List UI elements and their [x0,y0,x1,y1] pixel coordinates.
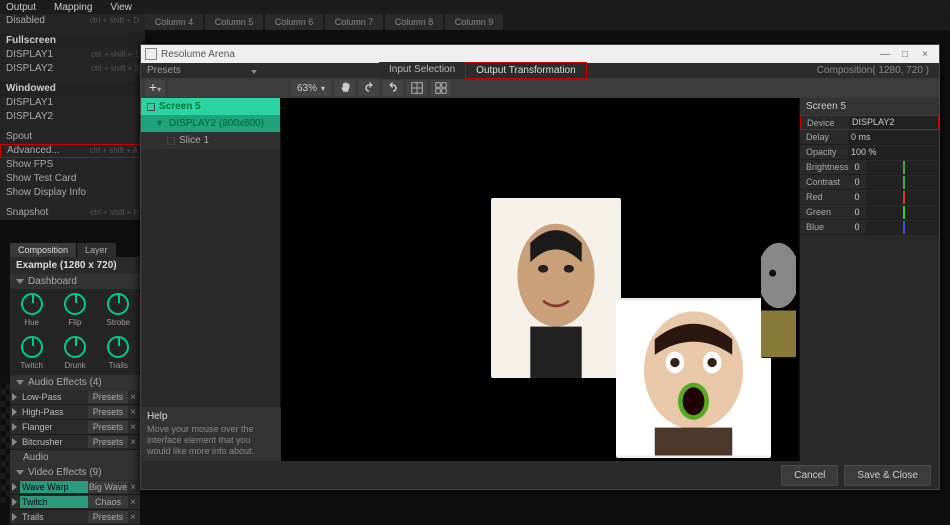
modal-footer: Cancel Save & Close [141,461,939,489]
knob-flip[interactable]: Flip [61,293,89,328]
close-icon[interactable]: × [915,49,935,60]
presets-dropdown[interactable]: Presets [141,65,261,76]
column-header[interactable]: Column 7 [325,14,383,30]
props-title: Screen 5 [800,98,939,115]
column-header[interactable]: Column 9 [445,14,503,30]
save-close-button[interactable]: Save & Close [844,465,931,486]
knob-drunk[interactable]: Drunk [61,336,89,371]
composition-info: Composition( 1280, 720 ) [807,65,939,76]
composition-panel: Composition Layer Example (1280 x 720) D… [10,243,140,525]
knob-hue[interactable]: Hue [18,293,46,328]
fx-flanger[interactable]: FlangerPresets× [10,420,140,435]
section-audio[interactable]: Audio [10,450,140,465]
output-advanced[interactable]: Advanced...ctrl + shift + A [0,144,145,158]
redo-icon[interactable] [383,80,403,96]
tree-display[interactable]: ▾DISPLAY2 (800x600) [141,115,280,132]
knob-trails[interactable]: Trails [104,336,132,371]
prop-contrast[interactable]: Contrast0 [800,175,939,190]
menubar: Output Mapping View [0,0,950,14]
tree-slice[interactable]: Slice 1 [141,132,280,149]
output-win-display1[interactable]: DISPLAY1 [0,96,145,110]
prop-opacity[interactable]: Opacity100 % [800,145,939,160]
content-image-1 [491,198,621,378]
square-icon [167,137,175,145]
fx-wave-warp[interactable]: Wave WarpBig Wave× [10,480,140,495]
cancel-button[interactable]: Cancel [781,465,838,486]
fx-high-pass[interactable]: High-PassPresets× [10,405,140,420]
output-fs-display2[interactable]: DISPLAY2ctrl + shift + 2 [0,62,145,76]
prop-blue[interactable]: Blue0 [800,220,939,235]
prop-brightness[interactable]: Brightness0 [800,160,939,175]
tab-layer[interactable]: Layer [77,243,117,257]
window-titlebar[interactable]: Resolume Arena — □ × [141,45,939,63]
help-box: Help Move your mouse over the interface … [141,407,281,461]
prop-delay[interactable]: Delay0 ms [800,130,939,145]
output-show-display-info[interactable]: Show Display Info [0,186,145,200]
knob-twitch[interactable]: Twitch [18,336,46,371]
window-title: Resolume Arena [161,49,875,60]
grid-single-icon[interactable] [407,80,427,96]
help-title: Help [147,411,275,422]
fx-low-pass[interactable]: Low-PassPresets× [10,390,140,405]
add-button[interactable]: +▾ [145,80,165,96]
fx-trails[interactable]: TrailsPresets× [10,510,140,525]
advanced-output-window: Resolume Arena — □ × Presets Input Selec… [140,44,940,490]
grid-multi-icon[interactable] [431,80,451,96]
app-icon [145,48,157,60]
help-text: Move your mouse over the interface eleme… [147,424,275,457]
square-icon [147,103,155,111]
tool-strip: +▾ 63%▾ [141,78,939,98]
content-image-2 [616,298,771,458]
menu-view[interactable]: View [110,2,132,13]
columns-strip: Column 4 Column 5 Column 6 Column 7 Colu… [145,14,950,30]
menu-mapping[interactable]: Mapping [54,2,92,13]
output-show-fps[interactable]: Show FPS [0,158,145,172]
screens-tree: Screen 5 ▾DISPLAY2 (800x600) Slice 1 Hel… [141,98,281,461]
output-spout[interactable]: Spout [0,130,145,144]
output-canvas[interactable] [281,98,799,461]
hand-tool-icon[interactable] [335,80,355,96]
prop-red[interactable]: Red0 [800,190,939,205]
prop-device[interactable]: DeviceDISPLAY2 (800x600) [800,115,939,130]
section-video-fx[interactable]: Video Effects (9) [10,465,140,480]
top-strip: Presets Input Selection Output Transform… [141,63,939,78]
output-snapshot[interactable]: Snapshotctrl + shift + P [0,206,145,220]
column-header[interactable]: Column 5 [205,14,263,30]
output-fullscreen-label: Fullscreen [0,34,145,48]
column-header[interactable]: Column 8 [385,14,443,30]
column-header[interactable]: Column 6 [265,14,323,30]
zoom-control[interactable]: 63%▾ [291,80,331,96]
output-disabled[interactable]: Disabledctrl + shift + D [0,14,145,28]
fx-bitcrusher[interactable]: BitcrusherPresets× [10,435,140,450]
composition-title: Example (1280 x 720) [10,257,140,274]
output-show-test-card[interactable]: Show Test Card [0,172,145,186]
tab-input-selection[interactable]: Input Selection [379,62,465,79]
output-fs-display1[interactable]: DISPLAY1ctrl + shift + 1 [0,48,145,62]
knob-strobe[interactable]: Strobe [104,293,132,328]
menu-output[interactable]: Output [6,2,36,13]
undo-icon[interactable] [359,80,379,96]
section-audio-fx[interactable]: Audio Effects (4) [10,375,140,390]
prop-green[interactable]: Green0 [800,205,939,220]
output-win-display2[interactable]: DISPLAY2 [0,110,145,124]
output-dropdown: Disabledctrl + shift + D Fullscreen DISP… [0,14,145,220]
minimize-icon[interactable]: — [875,49,895,60]
section-dashboard[interactable]: Dashboard [10,274,140,289]
output-windowed-label: Windowed [0,82,145,96]
tree-screen[interactable]: Screen 5 [141,98,280,115]
tab-composition[interactable]: Composition [10,243,77,257]
tab-output-transformation[interactable]: Output Transformation [465,62,587,79]
column-header[interactable]: Column 4 [145,14,203,30]
content-image-3 [761,228,796,358]
maximize-icon[interactable]: □ [895,49,915,60]
properties-panel: Screen 5 DeviceDISPLAY2 (800x600) Delay0… [799,98,939,461]
